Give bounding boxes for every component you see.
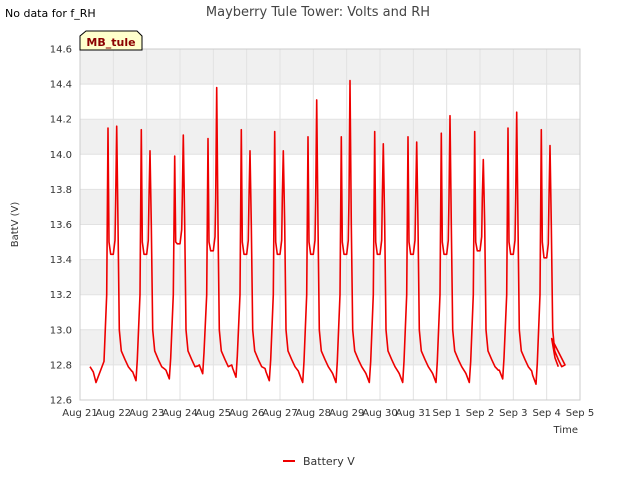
y-tick-label: 13.6: [50, 220, 72, 231]
x-tick-label: Sep 1: [432, 408, 460, 419]
y-axis-label: BattV (V): [10, 202, 21, 248]
x-tick-label: Aug 24: [162, 408, 197, 419]
y-tick-label: 14.6: [50, 45, 72, 56]
grid-band: [80, 119, 580, 155]
x-tick-label: Aug 22: [96, 408, 131, 419]
badge-label: MB_tule: [86, 36, 135, 49]
grid-band: [80, 49, 580, 85]
x-tick-label: Aug 21: [62, 408, 97, 419]
y-tick-label: 14.0: [50, 150, 72, 161]
grid-band: [80, 259, 580, 295]
x-tick-label: Aug 25: [196, 408, 231, 419]
station-badge: MB_tule: [79, 30, 143, 51]
chart-canvas: 12.6 12.8 13.0 13.2 13.4 13.6 13.8 14.0 14.2 14.4…: [10, 5, 594, 468]
y-tick-label: 14.4: [50, 80, 72, 91]
x-tick-label: Sep 4: [532, 408, 560, 419]
y-tick-label: 13.0: [50, 325, 72, 336]
y-tick-label: 13.4: [50, 255, 72, 266]
y-tick-label: 12.8: [50, 360, 72, 371]
x-tick-label: Aug 28: [296, 408, 331, 419]
x-tick-label: Sep 5: [566, 408, 594, 419]
x-tick-label: Sep 2: [466, 408, 494, 419]
x-tick-label: Aug 29: [329, 408, 364, 419]
y-tick-label: 13.8: [50, 185, 72, 196]
x-axis-label: Time: [553, 425, 578, 436]
x-tick-label: Aug 26: [229, 408, 264, 419]
x-tick-label: Sep 3: [499, 408, 527, 419]
y-axis-ticks: 12.6 12.8 13.0 13.2 13.4 13.6 13.8 14.0 14.2 14.4…: [50, 45, 72, 407]
grid-band: [80, 189, 580, 225]
y-tick-label: 13.2: [50, 290, 72, 301]
x-tick-label: Aug 23: [129, 408, 164, 419]
legend-label-battery-v: Battery V: [303, 455, 355, 468]
chart-title: Mayberry Tule Tower: Volts and RH: [206, 5, 430, 20]
legend[interactable]: Battery V: [283, 455, 355, 468]
x-tick-label: Aug 27: [262, 408, 297, 419]
y-tick-label: 12.6: [50, 396, 72, 407]
x-tick-label: Aug 31: [396, 408, 431, 419]
y-tick-label: 14.2: [50, 115, 72, 126]
x-tick-label: Aug 30: [362, 408, 397, 419]
x-axis-ticks: Aug 21Aug 22Aug 23Aug 24Aug 25Aug 26Aug …: [62, 408, 594, 419]
